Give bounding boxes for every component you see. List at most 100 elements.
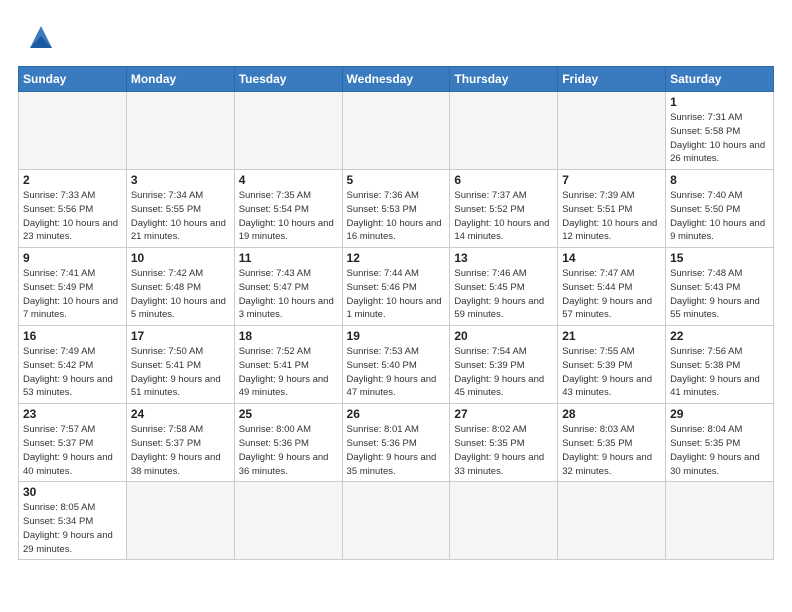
page: SundayMondayTuesdayWednesdayThursdayFrid…	[0, 0, 792, 572]
day-info: Sunrise: 7:33 AM Sunset: 5:56 PM Dayligh…	[23, 189, 122, 244]
calendar-cell	[126, 482, 234, 560]
calendar-cell: 30 Sunrise: 8:05 AM Sunset: 5:34 PM Dayli…	[19, 482, 127, 560]
weekday-header: Wednesday	[342, 67, 450, 92]
day-number: 3	[131, 173, 230, 187]
logo	[18, 18, 60, 56]
day-number: 10	[131, 251, 230, 265]
day-number: 18	[239, 329, 338, 343]
day-info: Sunrise: 8:03 AM Sunset: 5:35 PM Dayligh…	[562, 423, 661, 478]
calendar-cell	[126, 92, 234, 170]
calendar-cell: 27 Sunrise: 8:02 AM Sunset: 5:35 PM Dayli…	[450, 404, 558, 482]
day-number: 4	[239, 173, 338, 187]
day-info: Sunrise: 7:39 AM Sunset: 5:51 PM Dayligh…	[562, 189, 661, 244]
calendar-cell: 18 Sunrise: 7:52 AM Sunset: 5:41 PM Dayli…	[234, 326, 342, 404]
calendar-week-row: 9Sunrise: 7:41 AM Sunset: 5:49 PM Daylig…	[19, 248, 774, 326]
weekday-header: Tuesday	[234, 67, 342, 92]
day-number: 19	[347, 329, 446, 343]
day-info: Sunrise: 7:53 AM Sunset: 5:40 PM Dayligh…	[347, 345, 446, 400]
calendar-cell	[342, 482, 450, 560]
day-number: 6	[454, 173, 553, 187]
calendar-cell	[19, 92, 127, 170]
day-number: 20	[454, 329, 553, 343]
calendar-cell	[234, 482, 342, 560]
day-number: 27	[454, 407, 553, 421]
day-info: Sunrise: 7:50 AM Sunset: 5:41 PM Dayligh…	[131, 345, 230, 400]
day-info: Sunrise: 7:35 AM Sunset: 5:54 PM Dayligh…	[239, 189, 338, 244]
day-number: 25	[239, 407, 338, 421]
calendar-week-row: 16 Sunrise: 7:49 AM Sunset: 5:42 PM Dayli…	[19, 326, 774, 404]
calendar-cell: 19 Sunrise: 7:53 AM Sunset: 5:40 PM Dayli…	[342, 326, 450, 404]
day-number: 13	[454, 251, 553, 265]
day-number: 23	[23, 407, 122, 421]
calendar: SundayMondayTuesdayWednesdayThursdayFrid…	[18, 66, 774, 560]
day-info: Sunrise: 7:52 AM Sunset: 5:41 PM Dayligh…	[239, 345, 338, 400]
calendar-week-row: 23 Sunrise: 7:57 AM Sunset: 5:37 PM Dayli…	[19, 404, 774, 482]
calendar-cell	[342, 92, 450, 170]
day-info: Sunrise: 7:43 AM Sunset: 5:47 PM Dayligh…	[239, 267, 338, 322]
day-info: Sunrise: 7:37 AM Sunset: 5:52 PM Dayligh…	[454, 189, 553, 244]
calendar-cell	[558, 482, 666, 560]
calendar-cell: 25 Sunrise: 8:00 AM Sunset: 5:36 PM Dayli…	[234, 404, 342, 482]
header	[18, 18, 774, 56]
calendar-week-row: 2 Sunrise: 7:33 AM Sunset: 5:56 PM Daylig…	[19, 170, 774, 248]
day-number: 26	[347, 407, 446, 421]
day-info: Sunrise: 7:57 AM Sunset: 5:37 PM Dayligh…	[23, 423, 122, 478]
day-info: Sunrise: 7:46 AM Sunset: 5:45 PM Dayligh…	[454, 267, 553, 322]
calendar-cell: 21Sunrise: 7:55 AM Sunset: 5:39 PM Dayli…	[558, 326, 666, 404]
day-number: 28	[562, 407, 661, 421]
day-number: 29	[670, 407, 769, 421]
calendar-cell: 4 Sunrise: 7:35 AM Sunset: 5:54 PM Daylig…	[234, 170, 342, 248]
day-info: Sunrise: 8:05 AM Sunset: 5:34 PM Dayligh…	[23, 501, 122, 556]
weekday-header: Sunday	[19, 67, 127, 92]
calendar-cell: 12 Sunrise: 7:44 AM Sunset: 5:46 PM Dayli…	[342, 248, 450, 326]
calendar-cell: 15 Sunrise: 7:48 AM Sunset: 5:43 PM Dayli…	[666, 248, 774, 326]
calendar-cell: 20 Sunrise: 7:54 AM Sunset: 5:39 PM Dayli…	[450, 326, 558, 404]
calendar-cell: 2 Sunrise: 7:33 AM Sunset: 5:56 PM Daylig…	[19, 170, 127, 248]
day-number: 24	[131, 407, 230, 421]
calendar-cell: 10 Sunrise: 7:42 AM Sunset: 5:48 PM Dayli…	[126, 248, 234, 326]
day-number: 12	[347, 251, 446, 265]
day-info: Sunrise: 8:02 AM Sunset: 5:35 PM Dayligh…	[454, 423, 553, 478]
day-info: Sunrise: 7:31 AM Sunset: 5:58 PM Dayligh…	[670, 111, 769, 166]
day-info: Sunrise: 7:56 AM Sunset: 5:38 PM Dayligh…	[670, 345, 769, 400]
day-number: 8	[670, 173, 769, 187]
weekday-header: Thursday	[450, 67, 558, 92]
day-info: Sunrise: 7:47 AM Sunset: 5:44 PM Dayligh…	[562, 267, 661, 322]
day-info: Sunrise: 8:00 AM Sunset: 5:36 PM Dayligh…	[239, 423, 338, 478]
day-info: Sunrise: 7:49 AM Sunset: 5:42 PM Dayligh…	[23, 345, 122, 400]
day-number: 1	[670, 95, 769, 109]
day-number: 16	[23, 329, 122, 343]
calendar-week-row: 1 Sunrise: 7:31 AM Sunset: 5:58 PM Daylig…	[19, 92, 774, 170]
day-number: 30	[23, 485, 122, 499]
logo-icon	[22, 18, 60, 56]
calendar-cell: 8Sunrise: 7:40 AM Sunset: 5:50 PM Daylig…	[666, 170, 774, 248]
calendar-header-row: SundayMondayTuesdayWednesdayThursdayFrid…	[19, 67, 774, 92]
calendar-cell: 22Sunrise: 7:56 AM Sunset: 5:38 PM Dayli…	[666, 326, 774, 404]
day-info: Sunrise: 7:42 AM Sunset: 5:48 PM Dayligh…	[131, 267, 230, 322]
calendar-cell: 29Sunrise: 8:04 AM Sunset: 5:35 PM Dayli…	[666, 404, 774, 482]
calendar-cell: 6 Sunrise: 7:37 AM Sunset: 5:52 PM Daylig…	[450, 170, 558, 248]
calendar-cell	[450, 482, 558, 560]
day-number: 7	[562, 173, 661, 187]
calendar-cell: 11 Sunrise: 7:43 AM Sunset: 5:47 PM Dayli…	[234, 248, 342, 326]
day-info: Sunrise: 7:54 AM Sunset: 5:39 PM Dayligh…	[454, 345, 553, 400]
day-info: Sunrise: 7:44 AM Sunset: 5:46 PM Dayligh…	[347, 267, 446, 322]
day-info: Sunrise: 7:48 AM Sunset: 5:43 PM Dayligh…	[670, 267, 769, 322]
day-number: 11	[239, 251, 338, 265]
calendar-cell: 16 Sunrise: 7:49 AM Sunset: 5:42 PM Dayli…	[19, 326, 127, 404]
calendar-cell: 7 Sunrise: 7:39 AM Sunset: 5:51 PM Daylig…	[558, 170, 666, 248]
calendar-week-row: 30 Sunrise: 8:05 AM Sunset: 5:34 PM Dayli…	[19, 482, 774, 560]
calendar-cell: 13 Sunrise: 7:46 AM Sunset: 5:45 PM Dayli…	[450, 248, 558, 326]
calendar-cell: 5Sunrise: 7:36 AM Sunset: 5:53 PM Daylig…	[342, 170, 450, 248]
day-number: 14	[562, 251, 661, 265]
calendar-cell: 26Sunrise: 8:01 AM Sunset: 5:36 PM Dayli…	[342, 404, 450, 482]
day-number: 2	[23, 173, 122, 187]
calendar-cell: 14 Sunrise: 7:47 AM Sunset: 5:44 PM Dayli…	[558, 248, 666, 326]
day-number: 21	[562, 329, 661, 343]
calendar-cell: 17Sunrise: 7:50 AM Sunset: 5:41 PM Dayli…	[126, 326, 234, 404]
day-number: 15	[670, 251, 769, 265]
calendar-cell: 9Sunrise: 7:41 AM Sunset: 5:49 PM Daylig…	[19, 248, 127, 326]
calendar-cell	[558, 92, 666, 170]
day-number: 5	[347, 173, 446, 187]
calendar-cell	[234, 92, 342, 170]
